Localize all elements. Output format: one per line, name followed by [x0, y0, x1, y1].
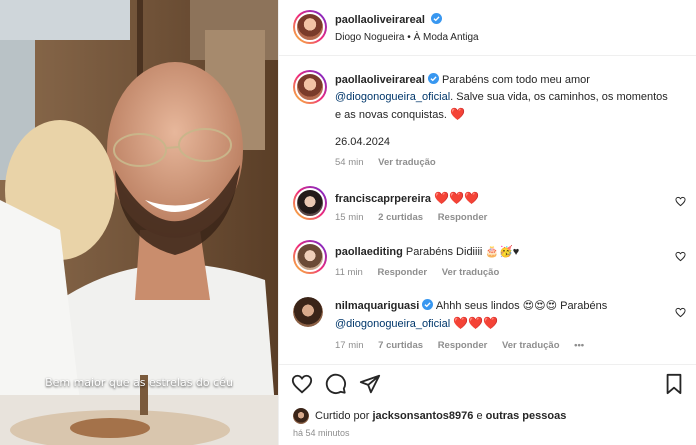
post-time-ago: há 54 minutos	[293, 428, 350, 438]
post-details-panel: paollaoliveirareal Diogo Nogueira • À Mo…	[278, 0, 696, 445]
reply-button[interactable]: Responder	[438, 212, 488, 223]
verified-badge-icon	[427, 73, 439, 84]
comment-likes[interactable]: 2 curtidas	[378, 212, 423, 223]
audio-artist: Diogo Nogueira	[335, 32, 405, 43]
comment-avatar[interactable]	[293, 297, 323, 327]
liked-by-line: Curtido por jacksonsantos8976 e outras p…	[293, 408, 566, 424]
liked-by-others-link[interactable]: outras pessoas	[486, 410, 567, 422]
comment-meta: 15 min 2 curtidas Responder	[335, 212, 499, 223]
comment-text: paollaediting Parabéns Didiiii 🎂🥳♥	[335, 244, 519, 261]
verified-badge-icon	[422, 299, 434, 310]
comment-avatar[interactable]	[293, 240, 327, 274]
comment-text: nilmaquariguasi Ahhh seus lindos 😍😍😍 Par…	[335, 298, 665, 333]
verified-badge-icon	[430, 13, 442, 24]
heart-outline-icon[interactable]	[675, 196, 686, 207]
comment-time: 15 min	[335, 212, 364, 223]
audio-song: À Moda Antiga	[413, 32, 479, 43]
comment-body: Parabéns Didiiii 🎂🥳♥	[405, 246, 520, 258]
comment-body: ❤️❤️❤️	[434, 191, 479, 205]
liked-by-joiner: e	[476, 410, 483, 422]
caption-date: 26.04.2024	[335, 136, 391, 148]
author-line: paollaoliveirareal	[335, 13, 442, 26]
heart-outline-icon[interactable]	[291, 373, 313, 395]
comment-time: 17 min	[335, 340, 364, 351]
comment-time: 11 min	[335, 267, 363, 278]
comment-body-continued: ❤️❤️❤️	[453, 316, 499, 330]
audio-separator: •	[407, 32, 411, 43]
reply-button[interactable]: Responder	[438, 340, 488, 351]
comment-body: Ahhh seus lindos 😍😍😍 Parabéns	[435, 300, 608, 312]
avatar-image	[295, 72, 325, 102]
comment-bubble-icon[interactable]	[325, 373, 347, 395]
heart-emoji: ❤️	[449, 107, 465, 121]
caption-text: paollaoliveirareal Parabéns com todo meu…	[335, 72, 675, 124]
caption-body: Parabéns com todo meu amor	[441, 74, 590, 86]
bookmark-icon[interactable]	[663, 373, 685, 395]
liker-avatar	[293, 408, 309, 424]
comment-text: franciscaprpereira ❤️❤️❤️	[335, 190, 479, 208]
heart-outline-icon[interactable]	[675, 251, 686, 262]
caption-mention-link[interactable]: @diogonogueira_oficial	[335, 91, 450, 103]
avatar-image	[293, 297, 323, 327]
instagram-post: Bem maior que as estrelas do céu paollao…	[0, 0, 696, 445]
caption-time: 54 min	[335, 157, 364, 168]
comment-meta: 17 min 7 curtidas Responder Ver tradução…	[335, 340, 596, 351]
liker-username[interactable]: jacksonsantos8976	[372, 410, 473, 422]
comment-username[interactable]: paollaediting	[335, 246, 403, 258]
translate-link[interactable]: Ver tradução	[502, 340, 560, 351]
comment-likes[interactable]: 7 curtidas	[378, 340, 423, 351]
post-header: paollaoliveirareal Diogo Nogueira • À Mo…	[279, 0, 696, 56]
comment-username[interactable]: franciscaprpereira	[335, 193, 431, 205]
comment-mention-link[interactable]: @diogonogueira_oficial	[335, 318, 450, 330]
post-photo[interactable]: Bem maior que as estrelas do céu	[0, 0, 278, 445]
comment-username[interactable]: nilmaquariguasi	[335, 300, 419, 312]
comment-meta: 11 min Responder Ver tradução	[335, 267, 511, 278]
more-options-icon[interactable]: •••	[574, 340, 584, 351]
translate-link[interactable]: Ver tradução	[442, 267, 500, 278]
caption-meta: 54 min Ver tradução	[335, 157, 448, 168]
avatar-image	[295, 188, 325, 218]
author-avatar[interactable]	[293, 10, 327, 44]
caption-avatar[interactable]	[293, 70, 327, 104]
heart-outline-icon[interactable]	[675, 307, 686, 318]
comment-avatar[interactable]	[293, 186, 327, 220]
post-actions-bar: Curtido por jacksonsantos8976 e outras p…	[279, 364, 696, 445]
audio-info[interactable]: Diogo Nogueira • À Moda Antiga	[335, 32, 479, 43]
reply-button[interactable]: Responder	[377, 267, 427, 278]
avatar-image	[295, 12, 325, 42]
translate-link[interactable]: Ver tradução	[378, 157, 436, 168]
paper-plane-icon[interactable]	[359, 373, 381, 395]
avatar-image	[295, 242, 325, 272]
caption-username[interactable]: paollaoliveirareal	[335, 74, 425, 86]
photo-overlay-caption: Bem maior que as estrelas do céu	[45, 376, 233, 389]
author-username[interactable]: paollaoliveirareal	[335, 14, 425, 26]
liked-by-prefix: Curtido por	[315, 410, 370, 422]
